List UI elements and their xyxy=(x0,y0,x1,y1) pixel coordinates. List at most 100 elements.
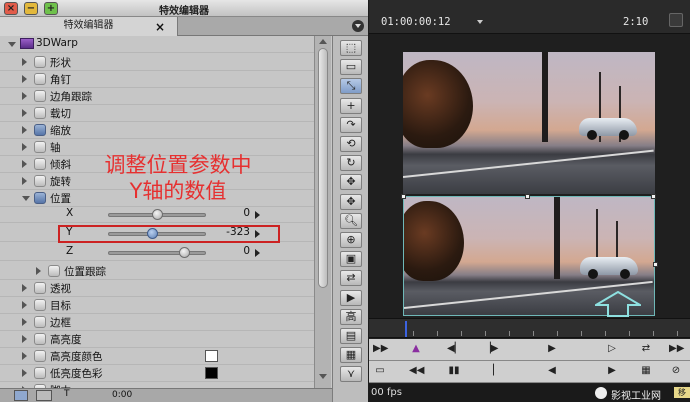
crop-icon[interactable]: ▭ xyxy=(340,59,362,76)
play-icon[interactable]: ▶ xyxy=(340,289,362,306)
footer-text-icon[interactable]: T xyxy=(64,389,70,399)
transform-handle[interactable] xyxy=(653,262,658,267)
param-row[interactable]: 形状 xyxy=(0,54,314,71)
expand-triangle-icon[interactable] xyxy=(22,352,27,360)
enable-checkbox[interactable] xyxy=(34,124,46,136)
mark-out-icon[interactable]: ▕ xyxy=(483,364,497,378)
collapse-triangle-icon[interactable] xyxy=(22,196,30,201)
expand-triangle-icon[interactable] xyxy=(22,143,27,151)
transform-handle[interactable] xyxy=(401,194,406,199)
link-icon[interactable]: ⋎ xyxy=(340,366,362,383)
color-swatch[interactable] xyxy=(205,350,218,362)
footer-mode-icon[interactable] xyxy=(14,390,28,401)
transform-handle[interactable] xyxy=(525,194,530,199)
tab-effect-editor[interactable]: 特效编辑器 × xyxy=(0,17,178,36)
window-titlebar[interactable]: × − + 特效编辑器 xyxy=(0,0,368,17)
playhead-indicator[interactable] xyxy=(405,321,407,337)
zoom-out-icon[interactable]: 🔍︎ xyxy=(340,212,362,229)
param-x-value[interactable]: 0 xyxy=(200,207,250,219)
more-icon[interactable]: ▶▶ xyxy=(669,342,684,356)
timeline-ruler[interactable] xyxy=(369,318,690,338)
enable-checkbox[interactable] xyxy=(34,90,46,102)
disable-icon[interactable]: ⊘ xyxy=(669,364,683,378)
transform-icon[interactable]: ⤡ xyxy=(340,78,362,95)
color-swatch[interactable] xyxy=(205,367,218,379)
timecode-dropdown-icon[interactable] xyxy=(477,20,483,24)
enable-checkbox[interactable] xyxy=(34,367,46,379)
composer-menu-button[interactable] xyxy=(669,13,683,27)
swap-icon[interactable]: ⇄ xyxy=(340,270,362,287)
keyframe-icon[interactable]: ▦ xyxy=(340,347,362,364)
scroll-up-icon[interactable] xyxy=(319,39,327,44)
move2-icon[interactable]: ✥ xyxy=(340,193,362,210)
param-row[interactable]: 边角跟踪 xyxy=(0,88,314,105)
spin-icon[interactable]: ↻ xyxy=(340,155,362,172)
param-z-slider-knob[interactable] xyxy=(179,247,191,258)
tab-close-button[interactable]: × xyxy=(155,18,165,36)
enable-checkbox[interactable] xyxy=(34,158,46,170)
expand-triangle-icon[interactable] xyxy=(22,301,27,309)
enable-checkbox[interactable] xyxy=(34,56,46,68)
rewind-icon[interactable]: ◀◀ xyxy=(409,364,424,378)
enable-checkbox[interactable] xyxy=(34,141,46,153)
next-icon[interactable]: ▶ xyxy=(605,364,619,378)
param-z-value[interactable]: 0 xyxy=(200,245,250,257)
plus-icon[interactable]: + xyxy=(340,97,362,114)
expand-triangle-icon[interactable] xyxy=(22,109,27,117)
enable-checkbox[interactable] xyxy=(34,350,46,362)
param-z-slider-track[interactable] xyxy=(108,251,206,255)
render-icon[interactable]: ▤ xyxy=(340,328,362,344)
param-z-keyframe-arrow-icon[interactable] xyxy=(255,249,260,257)
expand-triangle-icon[interactable] xyxy=(8,42,16,47)
param-x-slider-knob[interactable] xyxy=(152,209,163,220)
enable-checkbox[interactable] xyxy=(34,192,46,204)
expand-triangle-icon[interactable] xyxy=(36,267,41,275)
expand-triangle-icon[interactable] xyxy=(22,318,27,326)
param-row[interactable]: 角钉 xyxy=(0,71,314,88)
effect-header-row[interactable]: 3DWarp xyxy=(0,36,314,53)
enable-checkbox[interactable] xyxy=(48,265,60,277)
expand-triangle-icon[interactable] xyxy=(22,126,27,134)
grid-icon[interactable]: ▣ xyxy=(340,251,362,268)
render-icon[interactable]: ▦ xyxy=(639,364,653,378)
enable-checkbox[interactable] xyxy=(34,175,46,187)
enable-checkbox[interactable] xyxy=(34,316,46,328)
stop-icon[interactable]: ◀ xyxy=(545,364,559,378)
param-row[interactable]: 高亮度 xyxy=(0,331,314,348)
step-back-icon[interactable]: ◀▏ xyxy=(447,342,462,356)
play-loop-icon[interactable]: ▶▶ xyxy=(373,342,388,356)
param-row[interactable]: 位置跟踪 xyxy=(0,263,314,280)
expand-triangle-icon[interactable] xyxy=(22,177,27,185)
play-to-out-icon[interactable]: ▷ xyxy=(605,342,619,356)
zoom-in-icon[interactable]: ⊕ xyxy=(340,232,362,248)
enable-checkbox[interactable] xyxy=(34,333,46,345)
enable-checkbox[interactable] xyxy=(34,282,46,294)
view-icon[interactable]: ▭ xyxy=(373,364,387,378)
move-icon[interactable]: ✥ xyxy=(340,174,362,191)
expand-triangle-icon[interactable] xyxy=(22,160,27,168)
scrollbar-thumb[interactable] xyxy=(318,48,328,288)
select-icon[interactable]: ⬚ xyxy=(340,40,362,56)
expand-triangle-icon[interactable] xyxy=(22,335,27,343)
timecode-display[interactable]: 01:00:00:12 xyxy=(381,16,451,28)
transform-handle[interactable] xyxy=(651,194,656,199)
expand-triangle-icon[interactable] xyxy=(22,75,27,83)
param-x-keyframe-arrow-icon[interactable] xyxy=(255,211,260,219)
jog-icon[interactable]: ▮▮ xyxy=(447,364,461,378)
play-icon[interactable]: ▶ xyxy=(545,342,559,356)
step-forward-icon[interactable]: ▕▶ xyxy=(483,342,498,356)
swap-icon[interactable]: ⇄ xyxy=(639,342,653,356)
param-row[interactable]: 边框 xyxy=(0,314,314,331)
scroll-down-icon[interactable] xyxy=(319,374,327,379)
expand-triangle-icon[interactable] xyxy=(22,58,27,66)
enable-checkbox[interactable] xyxy=(34,299,46,311)
param-row[interactable]: 低亮度色彩 xyxy=(0,365,314,382)
rotate-icon[interactable]: ↷ xyxy=(340,116,362,133)
enable-checkbox[interactable] xyxy=(34,107,46,119)
param-row[interactable]: 高亮度颜色 xyxy=(0,348,314,365)
param-row[interactable]: 目标 xyxy=(0,297,314,314)
param-row[interactable]: 缩放 xyxy=(0,122,314,139)
param-row[interactable]: 透视 xyxy=(0,280,314,297)
expand-triangle-icon[interactable] xyxy=(22,369,27,377)
quality-icon[interactable]: 高 xyxy=(340,308,362,325)
